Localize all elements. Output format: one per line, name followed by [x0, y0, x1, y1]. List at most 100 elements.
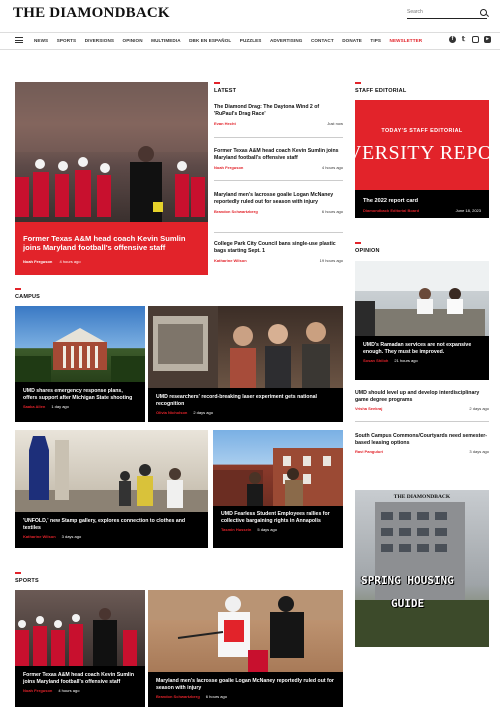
nav-item-diversions[interactable]: DIVERSIONS [85, 38, 114, 43]
opinion-headline[interactable]: South Campus Commons/Courtyards need sem… [355, 433, 489, 446]
staff-editorial-headline[interactable]: The 2022 report card [363, 198, 481, 205]
sports-image[interactable] [15, 590, 145, 666]
latest-headline[interactable]: Former Texas A&M head coach Kevin Sumlin… [214, 148, 343, 161]
search-input[interactable]: Search [407, 8, 487, 19]
staff-editorial-time: June 18, 2023 [455, 207, 481, 213]
banner-tag: TODAY'S STAFF EDITORIAL [381, 128, 463, 134]
latest-author[interactable]: Evan Hecht [214, 121, 236, 126]
campus-image[interactable] [213, 430, 343, 506]
nav-item-contact[interactable]: CONTACT [311, 38, 334, 43]
campus-headline[interactable]: UMD Fearless Student Employees rallies f… [221, 511, 335, 524]
latest-headline[interactable]: The Diamond Drag: The Daytona Wind 2 of … [214, 104, 343, 117]
nav-item-tips[interactable]: TIPS [370, 38, 381, 43]
featured-headline[interactable]: Former Texas A&M head coach Kevin Sumlin… [23, 234, 200, 253]
search-icon[interactable] [480, 9, 487, 16]
campus-card[interactable]: UMD Fearless Student Employees rallies f… [213, 506, 343, 548]
featured-card[interactable]: Former Texas A&M head coach Kevin Sumlin… [15, 222, 208, 275]
nav-item-multimedia[interactable]: MULTIMEDIA [151, 38, 181, 43]
nav-item-news[interactable]: NEWS [34, 38, 48, 43]
campus-image[interactable] [15, 430, 208, 512]
latest-item[interactable]: Former Texas A&M head coach Kevin Sumlin… [214, 148, 343, 170]
campus-card[interactable]: UMD researchers' record-breaking laser e… [148, 388, 343, 422]
ad-logo: THE DIAMONDBACK [393, 494, 451, 500]
sports-headline[interactable]: Maryland men's lacrosse goalie Logan McN… [156, 678, 335, 691]
featured-time: 4 hours ago [59, 258, 81, 264]
opinion-author[interactable]: Ravi Panguluri [355, 449, 383, 454]
sports-author[interactable]: Noah Ferguson [23, 688, 52, 693]
menu-icon[interactable] [15, 37, 23, 43]
campus-author[interactable]: Olivia Nicholson [156, 410, 187, 415]
site-logo[interactable]: THE DIAMONDBACK [13, 5, 170, 22]
opinion-label: OPINION [355, 248, 380, 254]
featured-meta: Noah Ferguson 4 hours ago [23, 259, 200, 264]
opinion-image[interactable] [355, 261, 489, 336]
opinion-author[interactable]: Vrisha Seekraj [355, 406, 382, 411]
campus-author[interactable]: Katharine Wilson [23, 534, 56, 539]
sports-author[interactable]: Brandon Schwartzberg [156, 694, 200, 699]
campus-headline[interactable]: UMD shares emergency response plans, off… [23, 388, 137, 401]
opinion-lead-card[interactable]: UMD's Ramadan services are not expansive… [355, 336, 489, 380]
campus-building-photo [15, 328, 145, 382]
latest-author[interactable]: Noah Ferguson [214, 165, 243, 170]
campus-author[interactable]: Tasmin Hussein [221, 527, 251, 532]
opinion-lead-author[interactable]: Sosan Shiloh [363, 358, 388, 363]
latest-time: 4 hours ago [321, 165, 343, 170]
campus-card[interactable]: UMD shares emergency response plans, off… [15, 382, 145, 422]
sports-image[interactable] [148, 590, 343, 672]
divider [214, 232, 343, 233]
latest-item[interactable]: Maryland men's lacrosse goalie Logan McN… [214, 192, 343, 214]
opinion-lead-time: 21 hours ago [394, 358, 418, 363]
latest-item[interactable]: The Diamond Drag: The Daytona Wind 2 of … [214, 104, 343, 126]
sports-card[interactable]: Maryland men's lacrosse goalie Logan McN… [148, 672, 343, 707]
campus-headline[interactable]: 'UNFOLD,' new Stamp gallery, explores co… [23, 518, 200, 531]
staff-editorial-banner[interactable]: TODAY'S STAFF EDITORIAL VERSITY REPORT C… [355, 100, 489, 190]
divider [214, 137, 343, 138]
sports-marker [15, 572, 21, 574]
opinion-item[interactable]: South Campus Commons/Courtyards need sem… [355, 433, 489, 454]
sports-headline[interactable]: Former Texas A&M head coach Kevin Sumlin… [23, 672, 137, 685]
opinion-item[interactable]: UMD should level up and develop interdis… [355, 390, 489, 411]
campus-author[interactable]: Saaka Allen [23, 404, 45, 409]
facebook-icon[interactable]: f [449, 36, 456, 43]
campus-image[interactable] [15, 306, 145, 382]
nav-item-puzzles[interactable]: PUZZLES [240, 38, 262, 43]
nav-item-espanol[interactable]: DBK EN ESPAÑOL [189, 38, 231, 43]
featured-image[interactable] [15, 82, 208, 222]
opinion-lead-headline[interactable]: UMD's Ramadan services are not expansive… [363, 342, 481, 355]
ad-title-line1: SPRING HOUSING [361, 574, 454, 587]
latest-headline[interactable]: College Park City Council bans single-us… [214, 241, 343, 254]
latest-marker [214, 82, 220, 84]
opinion-headline[interactable]: UMD should level up and develop interdis… [355, 390, 489, 403]
nav-item-opinion[interactable]: OPINION [123, 38, 143, 43]
lacrosse-photo [148, 590, 343, 672]
latest-item[interactable]: College Park City Council bans single-us… [214, 241, 343, 263]
instagram-icon[interactable] [472, 36, 479, 43]
sports-card[interactable]: Former Texas A&M head coach Kevin Sumlin… [15, 666, 145, 707]
nav-item-newsletter[interactable]: NEWSLETTER [390, 38, 423, 43]
latest-headline[interactable]: Maryland men's lacrosse goalie Logan McN… [214, 192, 343, 205]
campus-headline[interactable]: UMD researchers' record-breaking laser e… [156, 394, 335, 407]
staff-editorial-author[interactable]: Diamondback Editorial Board [363, 208, 419, 213]
opinion-time: 2 days ago [469, 406, 489, 411]
campus-time: 5 days ago [257, 527, 277, 532]
apartment-building-photo [355, 502, 489, 647]
twitter-icon[interactable]: 𝕥 [460, 36, 467, 43]
divider [355, 421, 489, 422]
campus-image[interactable] [148, 306, 343, 388]
latest-label: LATEST [214, 88, 237, 94]
featured-author[interactable]: Noah Ferguson [23, 259, 52, 264]
nav-menu: NEWS SPORTS DIVERSIONS OPINION MULTIMEDI… [34, 38, 431, 43]
latest-author[interactable]: Brandon Schwartzberg [214, 209, 258, 214]
sports-time: 6 hours ago [205, 694, 227, 699]
nav-item-donate[interactable]: DONATE [342, 38, 362, 43]
researchers-photo [148, 306, 330, 388]
divider [214, 180, 343, 181]
dining-hall-photo [355, 261, 489, 336]
youtube-icon[interactable]: ▸ [484, 36, 491, 43]
campus-card[interactable]: 'UNFOLD,' new Stamp gallery, explores co… [15, 512, 208, 548]
housing-guide-ad[interactable]: THE DIAMONDBACK SPRING HOUSING GUIDE [355, 490, 489, 647]
nav-item-sports[interactable]: SPORTS [57, 38, 77, 43]
latest-author[interactable]: Katharine Wilson [214, 258, 247, 263]
nav-item-advertising[interactable]: ADVERTISING [270, 38, 303, 43]
staff-editorial-card[interactable]: The 2022 report card Diamondback Editori… [355, 190, 489, 218]
